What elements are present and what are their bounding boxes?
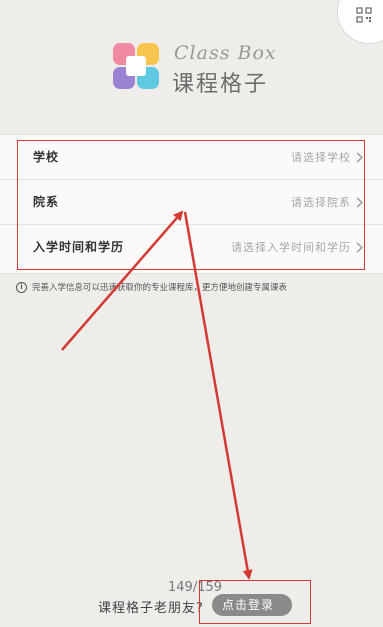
chevron-right-icon [356, 197, 363, 208]
enrollment-form: 学校 请选择学校 院系 请选择院系 入学时间和学历 请选择入学时间和学历 [0, 134, 383, 274]
page-counter: 149/159 [168, 580, 223, 595]
enrollment-year-placeholder: 请选择入学时间和学历 [231, 241, 351, 254]
qr-scan-button[interactable] [337, 0, 383, 44]
login-button[interactable]: 点击登录 [212, 594, 292, 616]
app-logo: Class Box 课程格子 [112, 42, 282, 97]
qr-code-icon [356, 7, 372, 23]
enrollment-year-label: 入学时间和学历 [33, 240, 125, 254]
brand-name-en: Class Box [174, 42, 277, 64]
department-label: 院系 [33, 195, 60, 209]
enrollment-year-row[interactable]: 入学时间和学历 请选择入学时间和学历 [0, 225, 383, 270]
school-placeholder: 请选择学校 [291, 151, 351, 164]
department-placeholder: 请选择院系 [291, 196, 351, 209]
school-label: 学校 [33, 150, 60, 164]
info-icon: i [16, 281, 27, 293]
brand-name-cn: 课程格子 [172, 72, 269, 97]
info-hint: i 完善入学信息可以迅速获取你的专业课程库，更方便地创建专属课表 [16, 281, 287, 293]
chevron-right-icon [356, 242, 363, 253]
school-row[interactable]: 学校 请选择学校 [0, 135, 383, 180]
returning-user-question: 课程格子老朋友? [98, 601, 204, 616]
class-box-logo-icon [113, 43, 159, 89]
chevron-right-icon [356, 152, 363, 163]
department-row[interactable]: 院系 请选择院系 [0, 180, 383, 225]
info-text: 完善入学信息可以迅速获取你的专业课程库，更方便地创建专属课表 [32, 283, 288, 293]
